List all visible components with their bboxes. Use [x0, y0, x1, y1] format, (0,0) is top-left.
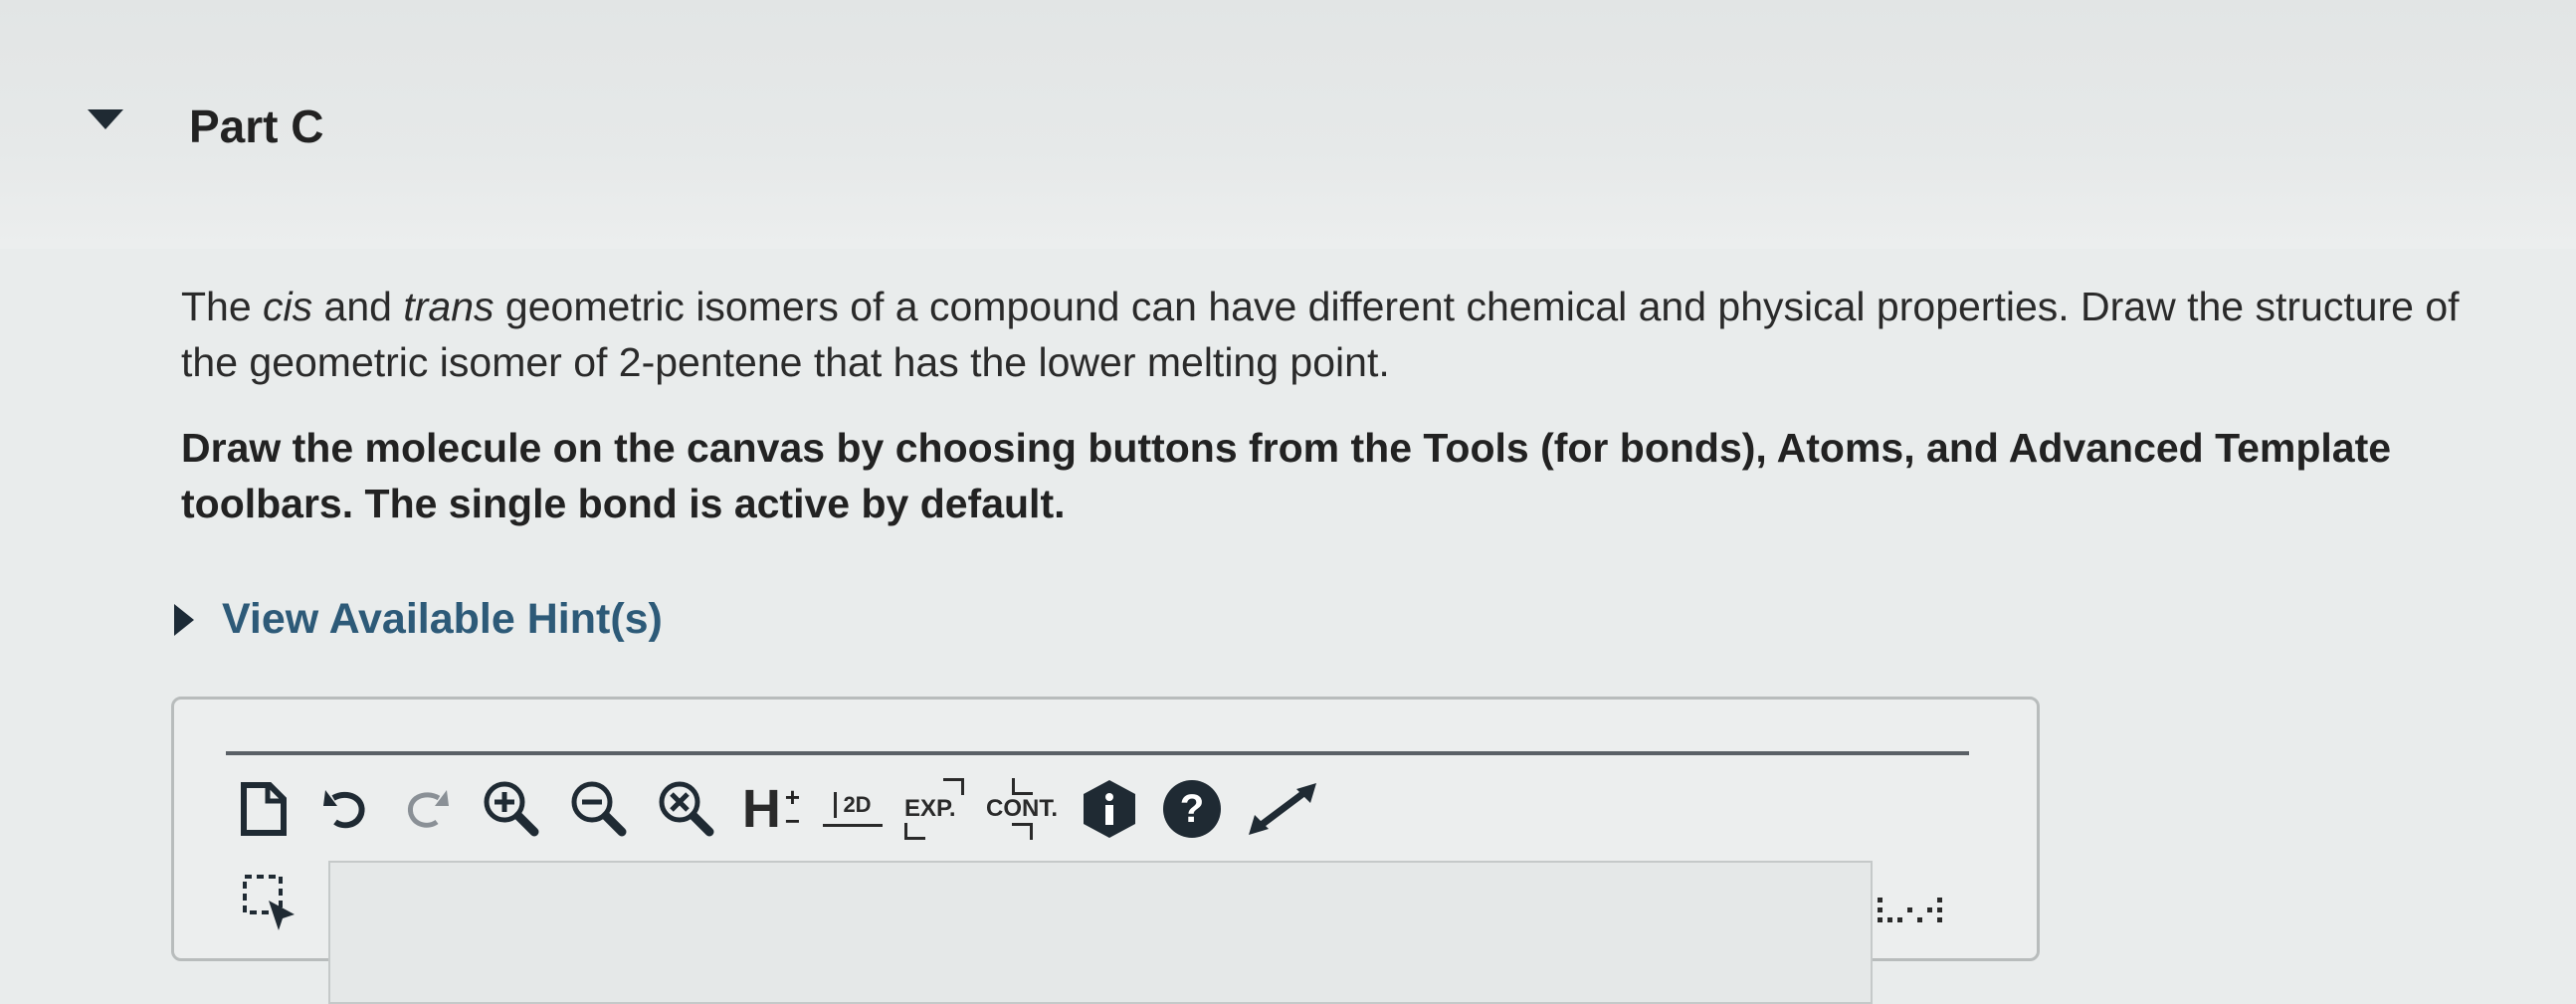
- bracket-bottom-icon: [1011, 823, 1033, 840]
- select-tool-icon[interactable]: [239, 871, 302, 939]
- template-grid-icon[interactable]: [1876, 894, 1945, 938]
- question-text: The cis and trans geometric isomers of a…: [181, 279, 2499, 390]
- contract-abbreviations-button[interactable]: CONT.: [986, 774, 1058, 844]
- zoom-in-icon[interactable]: [479, 774, 544, 844]
- expand-caret-icon: [174, 603, 194, 636]
- view-hints-label: View Available Hint(s): [222, 595, 663, 643]
- svg-text:?: ?: [1180, 787, 1204, 831]
- new-document-icon[interactable]: [234, 774, 294, 844]
- bracket-top-icon: [943, 778, 964, 795]
- instruction-text: Draw the molecule on the canvas by choos…: [181, 425, 2392, 526]
- expand-icon[interactable]: [1245, 774, 1320, 844]
- explicit-hydrogens-button[interactable]: H + −: [741, 774, 801, 844]
- help-icon[interactable]: ?: [1161, 774, 1223, 844]
- cont-label: CONT.: [986, 795, 1058, 822]
- part-title: Part C: [189, 100, 324, 152]
- exp-label: EXP.: [904, 795, 956, 822]
- expand-abbreviations-button[interactable]: EXP.: [904, 774, 964, 844]
- reset-zoom-icon[interactable]: [654, 774, 719, 844]
- info-icon[interactable]: [1080, 774, 1139, 844]
- question-text-part: and: [312, 284, 404, 329]
- question-text-part: geometric isomers of a compound can have…: [181, 284, 2460, 385]
- part-header: [0, 0, 2576, 249]
- clean-2d-baseline: [823, 823, 883, 827]
- clean-2d-label: 2D: [834, 791, 872, 818]
- view-hints-link[interactable]: View Available Hint(s): [174, 595, 663, 644]
- question-text-part: The: [181, 284, 264, 329]
- molecule-editor: H + − 2D EXP. CONT. ?: [171, 697, 2040, 1004]
- zoom-out-icon[interactable]: [566, 774, 632, 844]
- plus-minus-icon: + −: [784, 782, 801, 836]
- clean-2d-button[interactable]: 2D: [823, 774, 883, 844]
- h-label: H: [741, 779, 781, 839]
- undo-icon[interactable]: [315, 774, 375, 844]
- editor-toolbar: H + − 2D EXP. CONT. ?: [234, 769, 1320, 849]
- drawing-canvas[interactable]: [328, 861, 1873, 1004]
- question-content: The cis and trans geometric isomers of a…: [181, 279, 2499, 531]
- bracket-bottom-icon: [904, 823, 925, 840]
- trans-term: trans: [403, 284, 495, 329]
- collapse-part-toggle[interactable]: [88, 109, 123, 129]
- cis-term: cis: [263, 284, 313, 329]
- redo-icon[interactable]: [397, 774, 457, 844]
- bracket-top-icon: [1011, 778, 1033, 795]
